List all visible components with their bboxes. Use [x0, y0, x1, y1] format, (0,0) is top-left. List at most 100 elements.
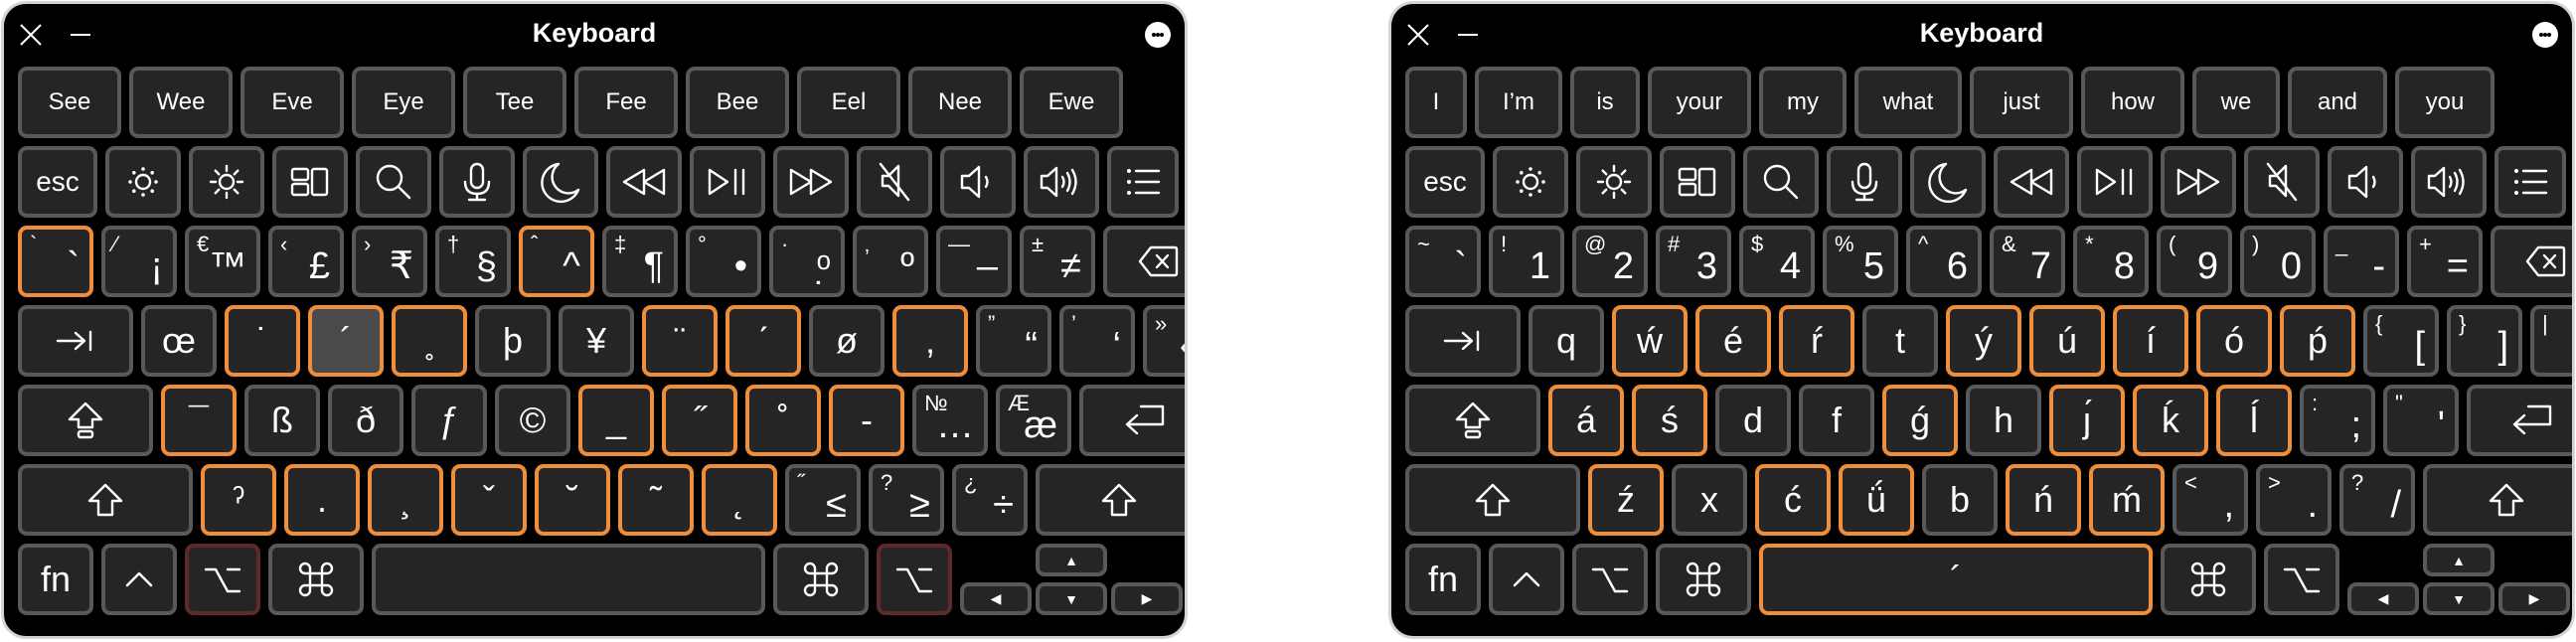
key[interactable]: ß: [244, 385, 320, 456]
shift-key[interactable]: [18, 464, 193, 536]
key[interactable]: ” “: [976, 305, 1051, 377]
control-key[interactable]: [101, 544, 177, 615]
suggestion-button[interactable]: Eel: [797, 67, 900, 138]
dead-key[interactable]: .: [284, 464, 360, 536]
key[interactable]: ð: [328, 385, 403, 456]
suggestion-button[interactable]: just: [1970, 67, 2073, 138]
caps-lock-key[interactable]: [1405, 385, 1540, 456]
tab-key[interactable]: [1405, 305, 1521, 377]
key[interactable]: ? /: [2339, 464, 2415, 536]
key[interactable]: |\: [2530, 305, 2572, 377]
key[interactable]: f: [1799, 385, 1874, 456]
key[interactable]: œ: [141, 305, 217, 377]
suggestion-button[interactable]: See: [18, 67, 121, 138]
dead-key[interactable]: ć: [1755, 464, 1831, 536]
key[interactable]: ⁄ ¡: [101, 226, 177, 297]
key[interactable]: ’ ‘: [1059, 305, 1135, 377]
microphone-key[interactable]: [439, 146, 515, 218]
key[interactable]: q: [1529, 305, 1604, 377]
fast-forward-key[interactable]: [773, 146, 849, 218]
key[interactable]: ± ≠: [1020, 226, 1095, 297]
search-key[interactable]: [356, 146, 431, 218]
space-bar[interactable]: ´: [1759, 544, 2153, 615]
key[interactable]: ø: [809, 305, 885, 377]
control-key[interactable]: [1489, 544, 1564, 615]
dead-key[interactable]: ĺ: [2216, 385, 2292, 456]
key[interactable]: <,: [2173, 464, 2248, 536]
key[interactable]: {[: [2363, 305, 2439, 377]
arrow-left-key[interactable]: ◀: [2347, 582, 2419, 615]
key[interactable]: ¿ ÷: [952, 464, 1028, 536]
dead-key[interactable]: ¯: [161, 385, 237, 456]
return-key[interactable]: [1079, 385, 1185, 456]
dead-key[interactable]: ś: [1632, 385, 1707, 456]
dead-key[interactable]: ˳: [392, 305, 467, 377]
dead-key[interactable]: ‚: [892, 305, 968, 377]
suggestion-button[interactable]: what: [1854, 67, 1962, 138]
dead-key[interactable]: ó: [2196, 305, 2272, 377]
delete-key[interactable]: [2491, 226, 2572, 297]
key[interactable]: ? ≥: [869, 464, 944, 536]
dead-key[interactable]: ḱ: [2133, 385, 2208, 456]
dead-key[interactable]: ḿ: [2089, 464, 2165, 536]
key[interactable]: h: [1966, 385, 2041, 456]
dead-key[interactable]: ˘: [535, 464, 610, 536]
option-key[interactable]: [1572, 544, 1648, 615]
key[interactable]: þ: [475, 305, 551, 377]
suggestion-button[interactable]: your: [1648, 67, 1751, 138]
more-options-icon[interactable]: [1145, 22, 1171, 48]
key[interactable]: & 7: [1990, 226, 2065, 297]
list-key[interactable]: [1107, 146, 1179, 218]
fn-key[interactable]: fn: [1405, 544, 1481, 615]
key[interactable]: * 8: [2073, 226, 2149, 297]
suggestion-button[interactable]: Eve: [241, 67, 344, 138]
key[interactable]: >.: [2256, 464, 2332, 536]
key[interactable]: › ₹: [352, 226, 427, 297]
arrow-up-key[interactable]: ▲: [2423, 544, 2495, 576]
key[interactable]: (9: [2157, 226, 2232, 297]
dead-key[interactable]: á: [1548, 385, 1624, 456]
volume-up-key[interactable]: [2411, 146, 2487, 218]
key[interactable]: #3: [1656, 226, 1731, 297]
key[interactable]: }]: [2447, 305, 2522, 377]
arrow-right-key[interactable]: ▶: [1111, 582, 1183, 615]
dead-key[interactable]: ź: [1588, 464, 1664, 536]
caps-lock-key[interactable]: [18, 385, 153, 456]
key[interactable]: ‡ ¶: [602, 226, 678, 297]
arrow-down-key[interactable]: ▼: [1036, 582, 1107, 615]
dead-key[interactable]: _: [578, 385, 654, 456]
key[interactable]: x: [1672, 464, 1747, 536]
dead-key[interactable]: é: [1695, 305, 1771, 377]
esc-key[interactable]: esc: [1405, 146, 1485, 218]
suggestion-button[interactable]: we: [2192, 67, 2280, 138]
arrow-down-key[interactable]: ▼: [2423, 582, 2495, 615]
dead-key[interactable]: ȷ́: [2049, 385, 2125, 456]
rewind-key[interactable]: [1994, 146, 2069, 218]
shift-key[interactable]: [2423, 464, 2572, 536]
brightness-up-key[interactable]: [189, 146, 264, 218]
key[interactable]: € ™: [185, 226, 260, 297]
dead-key[interactable]: ˇ: [451, 464, 527, 536]
suggestion-button[interactable]: Fee: [574, 67, 678, 138]
key[interactable]: " ': [2383, 385, 2459, 456]
dead-key[interactable]: ẃ: [1612, 305, 1688, 377]
arrow-left-key[interactable]: ◀: [960, 582, 1032, 615]
dead-key[interactable]: ´: [308, 305, 384, 377]
key[interactable]: ! 1: [1489, 226, 1564, 297]
dead-key[interactable]: í: [2113, 305, 2188, 377]
dead-key[interactable]: ˆ ^: [519, 226, 594, 297]
key[interactable]: b: [1922, 464, 1998, 536]
space-bar[interactable]: [372, 544, 765, 615]
brightness-down-key[interactable]: [1493, 146, 1568, 218]
dead-key[interactable]: ˙: [225, 305, 300, 377]
key[interactable]: ° •: [686, 226, 761, 297]
suggestion-button[interactable]: and: [2288, 67, 2387, 138]
key[interactable]: ) 0: [2240, 226, 2316, 297]
do-not-disturb-moon-key[interactable]: [523, 146, 598, 218]
shift-key[interactable]: [1405, 464, 1580, 536]
dead-key[interactable]: ¸: [368, 464, 443, 536]
brightness-down-key[interactable]: [105, 146, 181, 218]
search-key[interactable]: [1743, 146, 1819, 218]
dead-key[interactable]: ` `: [18, 226, 93, 297]
key[interactable]: _ -: [2324, 226, 2399, 297]
